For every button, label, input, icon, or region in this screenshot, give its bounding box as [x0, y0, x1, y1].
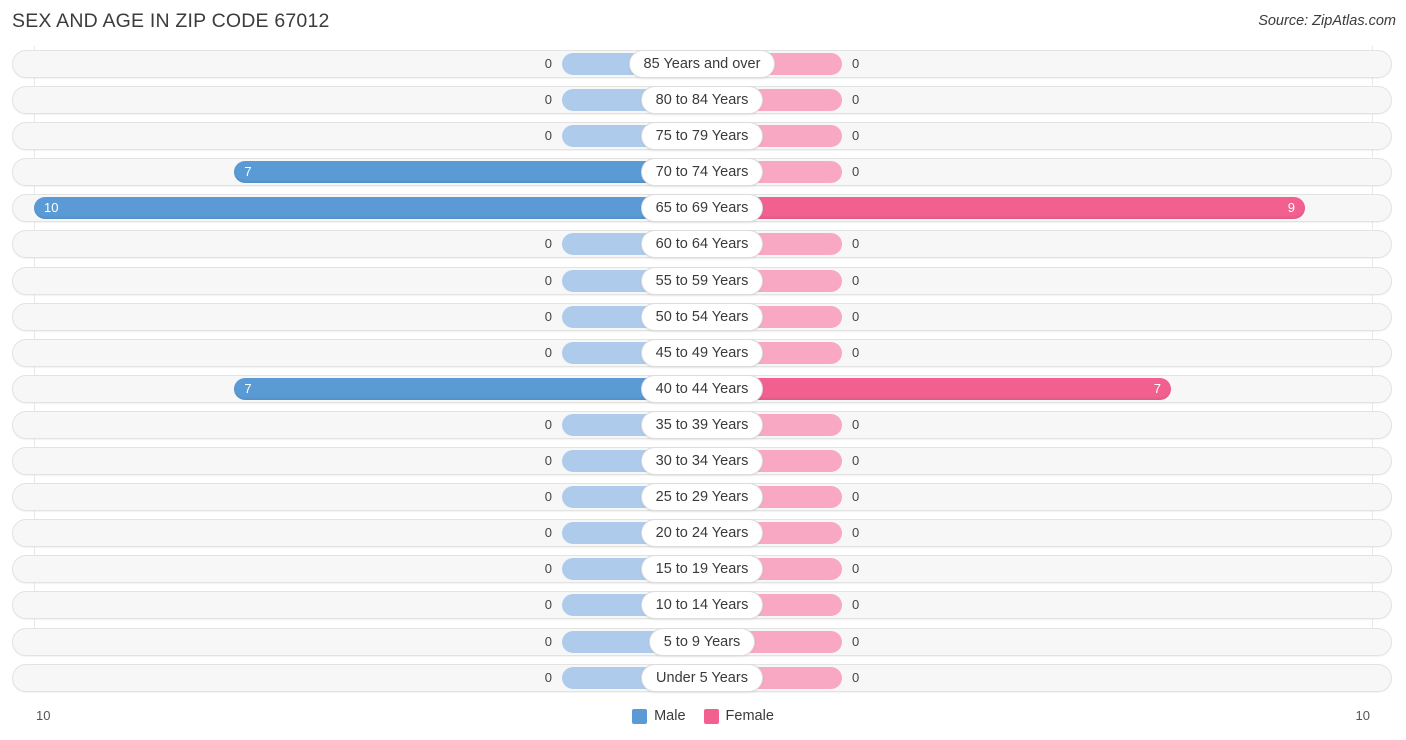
- age-group-label: 60 to 64 Years: [640, 230, 764, 259]
- bar-value-female: 0: [852, 128, 860, 144]
- age-group-label: 50 to 54 Years: [640, 302, 764, 331]
- bar-value-female: 0: [852, 308, 860, 324]
- pyramid-row: 0 0 45 to 49 Years: [0, 335, 1406, 371]
- bar-value-male: 0: [544, 344, 552, 360]
- bar-value-male: 0: [544, 525, 552, 541]
- bar-value-male: 0: [544, 92, 552, 108]
- pyramid-row: 7 0 70 to 74 Years: [0, 154, 1406, 190]
- page-title: SEX AND AGE IN ZIP CODE 67012: [12, 10, 330, 32]
- bar-value-female: 0: [852, 561, 860, 577]
- pyramid-row: 0 0 60 to 64 Years: [0, 226, 1406, 262]
- pyramid-row: 0 0 Under 5 Years: [0, 660, 1406, 696]
- bar-female[interactable]: 9: [702, 197, 1305, 220]
- age-group-label: 70 to 74 Years: [640, 158, 764, 187]
- pyramid-row: 0 0 5 to 9 Years: [0, 624, 1406, 660]
- chart-footer: 10 10 Male Female: [0, 704, 1406, 740]
- bar-value-male: 0: [544, 416, 552, 432]
- bar-value-male: 0: [544, 308, 552, 324]
- age-group-label: 35 to 39 Years: [640, 410, 764, 439]
- pyramid-row: 0 0 50 to 54 Years: [0, 299, 1406, 335]
- age-group-label: 80 to 84 Years: [640, 86, 764, 115]
- pyramid-row: 0 0 25 to 29 Years: [0, 479, 1406, 515]
- pyramid-row: 0 0 30 to 34 Years: [0, 443, 1406, 479]
- age-group-label: 5 to 9 Years: [648, 627, 756, 656]
- chart-legend: Male Female: [0, 708, 1406, 724]
- age-group-label: 40 to 44 Years: [640, 374, 764, 403]
- pyramid-row: 0 0 35 to 39 Years: [0, 407, 1406, 443]
- bar-value-female: 0: [852, 597, 860, 613]
- bar-value-male: 0: [544, 272, 552, 288]
- bar-value-female: 9: [1287, 200, 1295, 216]
- bar-value-female: 0: [852, 669, 860, 685]
- chart-page: SEX AND AGE IN ZIP CODE 67012 Source: Zi…: [0, 0, 1406, 740]
- pyramid-row: 0 0 15 to 19 Years: [0, 551, 1406, 587]
- source-attribution: Source: ZipAtlas.com: [1258, 13, 1396, 29]
- bar-value-male: 0: [544, 236, 552, 252]
- population-pyramid-plot: 0 0 85 Years and over 0 0 80 to 84 Years 0 0 75 …: [0, 46, 1406, 704]
- pyramid-row: 0 0 75 to 79 Years: [0, 118, 1406, 154]
- bar-male[interactable]: 7: [234, 161, 702, 184]
- bar-value-female: 0: [852, 236, 860, 252]
- age-group-label: 25 to 29 Years: [640, 483, 764, 512]
- age-group-label: 30 to 34 Years: [640, 447, 764, 476]
- bar-value-male: 10: [44, 200, 59, 216]
- bar-value-male: 7: [244, 164, 252, 180]
- bar-value-female: 0: [852, 453, 860, 469]
- bar-value-male: 7: [244, 380, 252, 396]
- pyramid-row: 10 9 65 to 69 Years: [0, 190, 1406, 226]
- legend-label-female: Female: [725, 708, 774, 724]
- age-group-label: 45 to 49 Years: [640, 338, 764, 367]
- bar-value-female: 0: [852, 489, 860, 505]
- bar-value-female: 0: [852, 344, 860, 360]
- age-group-label: 10 to 14 Years: [640, 591, 764, 620]
- pyramid-row: 0 0 85 Years and over: [0, 46, 1406, 82]
- bar-value-female: 0: [852, 92, 860, 108]
- bar-value-male: 0: [544, 56, 552, 71]
- bar-value-female: 0: [852, 416, 860, 432]
- bar-value-female: 7: [1153, 380, 1161, 396]
- legend-item-male[interactable]: Male: [632, 708, 686, 724]
- pyramid-row: 0 0 10 to 14 Years: [0, 587, 1406, 623]
- age-group-label: 55 to 59 Years: [640, 266, 764, 295]
- pyramid-rows: 0 0 85 Years and over 0 0 80 to 84 Years 0 0 75 …: [0, 46, 1406, 696]
- legend-swatch-male-icon: [632, 708, 648, 724]
- bar-value-male: 0: [544, 128, 552, 144]
- bar-value-female: 0: [852, 633, 860, 649]
- pyramid-row: 0 0 55 to 59 Years: [0, 263, 1406, 299]
- age-group-label: 85 Years and over: [628, 50, 776, 78]
- pyramid-row: 0 0 20 to 24 Years: [0, 515, 1406, 551]
- bar-value-male: 0: [544, 561, 552, 577]
- bar-value-female: 0: [852, 56, 860, 71]
- bar-male[interactable]: 10: [34, 197, 702, 220]
- pyramid-row: 0 0 80 to 84 Years: [0, 82, 1406, 118]
- bar-value-male: 0: [544, 597, 552, 613]
- pyramid-row: 7 7 40 to 44 Years: [0, 371, 1406, 407]
- age-group-label: 15 to 19 Years: [640, 555, 764, 584]
- legend-swatch-female-icon: [703, 708, 719, 724]
- bar-value-female: 0: [852, 164, 860, 180]
- age-group-label: 65 to 69 Years: [640, 194, 764, 223]
- bar-value-male: 0: [544, 489, 552, 505]
- bar-value-female: 0: [852, 272, 860, 288]
- bar-male[interactable]: 7: [234, 377, 702, 400]
- bar-female[interactable]: 7: [702, 377, 1171, 400]
- legend-label-male: Male: [654, 708, 686, 724]
- bar-value-male: 0: [544, 453, 552, 469]
- age-group-label: 75 to 79 Years: [640, 122, 764, 151]
- legend-item-female[interactable]: Female: [703, 708, 774, 724]
- bar-value-male: 0: [544, 669, 552, 685]
- age-group-label: Under 5 Years: [641, 663, 763, 692]
- bar-value-male: 0: [544, 633, 552, 649]
- chart-header: SEX AND AGE IN ZIP CODE 67012 Source: Zi…: [0, 0, 1406, 46]
- age-group-label: 20 to 24 Years: [640, 519, 764, 548]
- bar-value-female: 0: [852, 525, 860, 541]
